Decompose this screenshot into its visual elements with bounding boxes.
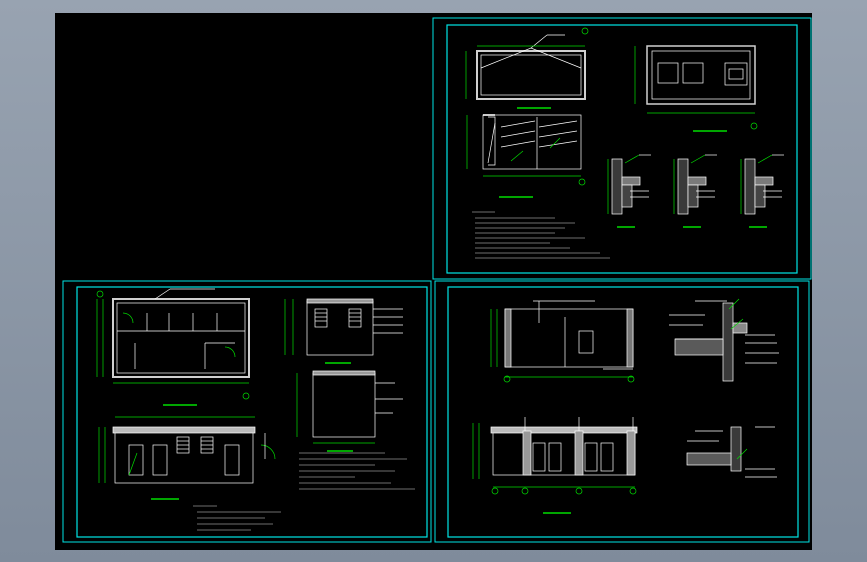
view-side-elevation [466,114,586,198]
view-detail-1 [607,154,651,228]
sheet-top-right-inner-border [446,24,798,274]
roof-plan-room-1 [657,62,679,84]
view-detail-right-upper [669,298,779,382]
cad-drawing-canvas[interactable] [55,13,812,550]
detail-right-lower-wall [730,426,742,472]
front-elevation-right-stall-4 [600,442,614,472]
roof-plan-outline [646,45,756,105]
rear-elevation-window [578,330,594,354]
view-detail-right-lower [686,426,777,478]
view-detail-3 [740,154,784,228]
plan-inner [480,54,582,96]
front-elevation-right-stall-3 [584,442,598,472]
front-elevation-left-door-1 [128,444,144,476]
sheet-bottom-left-inner-border [76,286,428,538]
notes-top-right [472,211,610,259]
cad-application [0,0,867,562]
side-elevation-outline [482,114,582,170]
view-detail-2 [673,154,717,228]
view-section-1 [284,298,403,364]
sheet-bottom-left-outer-border [62,280,432,543]
front-elevation-right-stall-1 [532,442,546,472]
sheet-bottom-left[interactable] [62,280,432,543]
view-roof-plan [634,45,758,132]
view-front-elevation-right [472,417,638,514]
front-elevation-right-outline [492,430,636,476]
floor-plan-outline [112,298,250,378]
rear-elevation-outline [504,308,634,368]
detail-3-wall [744,158,756,215]
detail-right-upper-wall [722,302,734,382]
view-front-elevation-left [98,416,276,500]
notes-bottom-left [193,452,415,531]
plan-outline [476,50,586,100]
plan-axis-bubble [581,27,589,35]
drawing-viewport[interactable] [55,13,812,550]
front-elevation-left-door-3 [224,444,240,476]
section-2-outline [312,372,376,438]
detail-1-wall [611,158,623,215]
view-section-2 [296,370,403,452]
roof-plan-room-2 [682,62,704,84]
front-elevation-left-door-2 [152,444,168,476]
section-1-window-2 [348,308,362,328]
front-elevation-right-stall-2 [548,442,562,472]
detail-2-wall [677,158,689,215]
view-plan [465,27,589,109]
view-rear-elevation [490,300,635,383]
view-floor-plan [96,288,250,406]
roof-plan-room-3 [724,62,748,86]
section-1-window-1 [314,308,328,328]
